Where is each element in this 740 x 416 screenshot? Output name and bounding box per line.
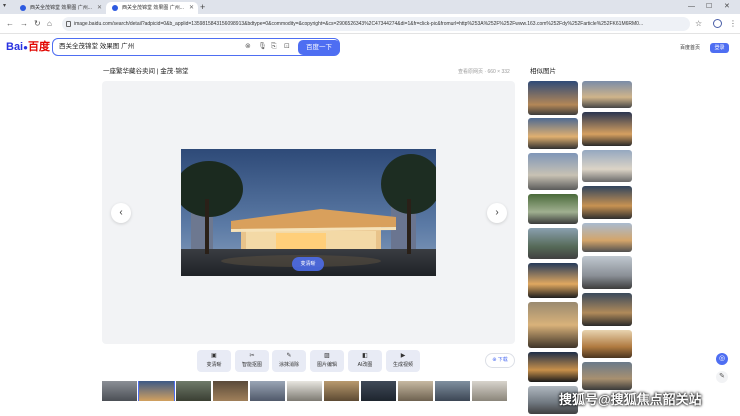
search-input[interactable]: 西关全茂锦堂 效果图 广州 [59,39,134,54]
source-link[interactable]: 查看原网页 · 660 × 332 [458,68,510,76]
feedback-edit-icon[interactable]: ✎ [716,371,728,383]
related-image[interactable] [582,330,632,358]
tab-title: 西关全茂锦堂 效果图 广州... [122,5,184,11]
search-box[interactable]: 西关全茂锦堂 效果图 广州 ⊗ 🎙 ⎘ ⊡ [52,38,340,56]
enhance-button[interactable]: 变清晰 [292,257,324,271]
thumbnail[interactable] [361,381,396,401]
thumbnail-selected[interactable] [138,381,175,401]
tab-title: 西关全茂锦堂 效果图 广州... [30,5,92,11]
new-tab-button[interactable]: + [200,1,205,13]
login-button[interactable]: 登录 [710,43,729,53]
thumbnail[interactable] [472,381,507,401]
tool-erase-button[interactable]: ✎ 涂抹消除 [272,350,306,372]
browser-tab-bar: ▾ 西关全茂锦堂 效果图 广州... ✕ 西关全茂锦堂 效果图 广州... ✕ … [0,0,740,14]
related-image[interactable] [582,81,632,108]
related-image[interactable] [582,112,632,146]
next-arrow-icon[interactable]: › [487,203,507,223]
related-image[interactable] [528,228,578,259]
minimize-icon[interactable]: — [688,1,695,13]
baidu-logo[interactable]: Bai●百度 [6,41,50,54]
thumbnail[interactable] [324,381,359,401]
address-bar[interactable]: image.baidu.com/search/detail?adpicid=0&… [62,17,690,31]
brush-icon: ✎ [286,353,292,359]
related-image[interactable] [582,150,632,182]
tool-video-button[interactable]: ▶ 生成视频 [386,350,420,372]
tab-list-icon[interactable]: ▾ [3,2,11,11]
thumbnail[interactable] [398,381,433,401]
browser-tab[interactable]: 西关全茂锦堂 效果图 广州... ✕ [14,2,106,14]
site-info-icon[interactable] [66,21,71,27]
close-tab-icon[interactable]: ✕ [97,2,102,14]
menu-icon[interactable]: ⋮ [729,19,737,29]
related-images-title: 相似图片 [530,68,556,75]
reload-icon[interactable]: ↻ [34,19,41,29]
profile-avatar-icon[interactable] [713,19,722,28]
maximize-icon[interactable]: ☐ [706,1,712,13]
video-icon: ▶ [400,353,406,359]
thumbnail[interactable] [213,381,248,401]
thumbnail[interactable] [176,381,211,401]
watermark: 搜狐号@搜狐焦点韶关站 [559,392,702,407]
image-edit-icon: ▨ [324,353,330,359]
attachment-icon[interactable]: ⎘ [271,41,277,52]
related-image[interactable] [528,352,578,382]
tool-ai-button[interactable]: ◧ AI改图 [348,350,382,372]
thumbnail[interactable] [435,381,470,401]
thumbnail[interactable] [250,381,285,401]
thumbnail-strip [102,381,515,401]
baidu-favicon-icon [20,5,26,11]
related-image[interactable] [582,362,632,390]
thumbnail[interactable] [102,381,137,401]
related-image[interactable] [582,186,632,219]
tool-edit-button[interactable]: ▨ 图片编辑 [310,350,344,372]
browser-toolbar: ← → ↻ ⌂ image.baidu.com/search/detail?ad… [0,14,740,34]
close-window-icon[interactable]: ✕ [724,1,730,13]
page-title: 一座繁华藏谷卖间 | 金茂·锦堂 [103,68,189,75]
back-icon[interactable]: ← [6,19,14,29]
clear-icon[interactable]: ⊗ [245,41,251,52]
tool-enhance-button[interactable]: ▣ 变清晰 [197,350,231,372]
related-image[interactable] [528,263,578,298]
enhance-icon: ▣ [211,353,217,359]
related-image[interactable] [582,223,632,252]
baidu-home-link[interactable]: 百度首页 [680,44,700,52]
cutout-icon: ✂ [249,353,255,359]
close-tab-icon[interactable]: ✕ [189,2,194,14]
related-image[interactable] [582,256,632,289]
url-text: image.baidu.com/search/detail?adpicid=0&… [74,21,644,27]
related-image[interactable] [582,293,632,326]
baidu-favicon-icon [112,5,118,11]
assistant-icon[interactable]: ◎ [716,353,728,365]
related-image[interactable] [528,153,578,190]
related-image[interactable] [528,194,578,224]
related-image[interactable] [528,302,578,348]
microphone-icon[interactable]: 🎙 [258,41,267,52]
search-button[interactable]: 百度一下 [298,40,340,55]
tool-cutout-button[interactable]: ✂ 智能抠图 [235,350,269,372]
forward-icon[interactable]: → [20,19,28,29]
ai-image-icon: ◧ [362,353,368,359]
browser-tab-active[interactable]: 西关全茂锦堂 效果图 广州... ✕ [106,2,198,14]
previous-arrow-icon[interactable]: ‹ [111,203,131,223]
download-button[interactable]: ⊕ 下载 [485,353,515,368]
related-image[interactable] [528,118,578,149]
thumbnail[interactable] [287,381,322,401]
bookmark-star-icon[interactable]: ☆ [695,19,702,29]
camera-icon[interactable]: ⊡ [284,41,290,52]
home-icon[interactable]: ⌂ [47,19,52,29]
related-image[interactable] [528,81,578,115]
